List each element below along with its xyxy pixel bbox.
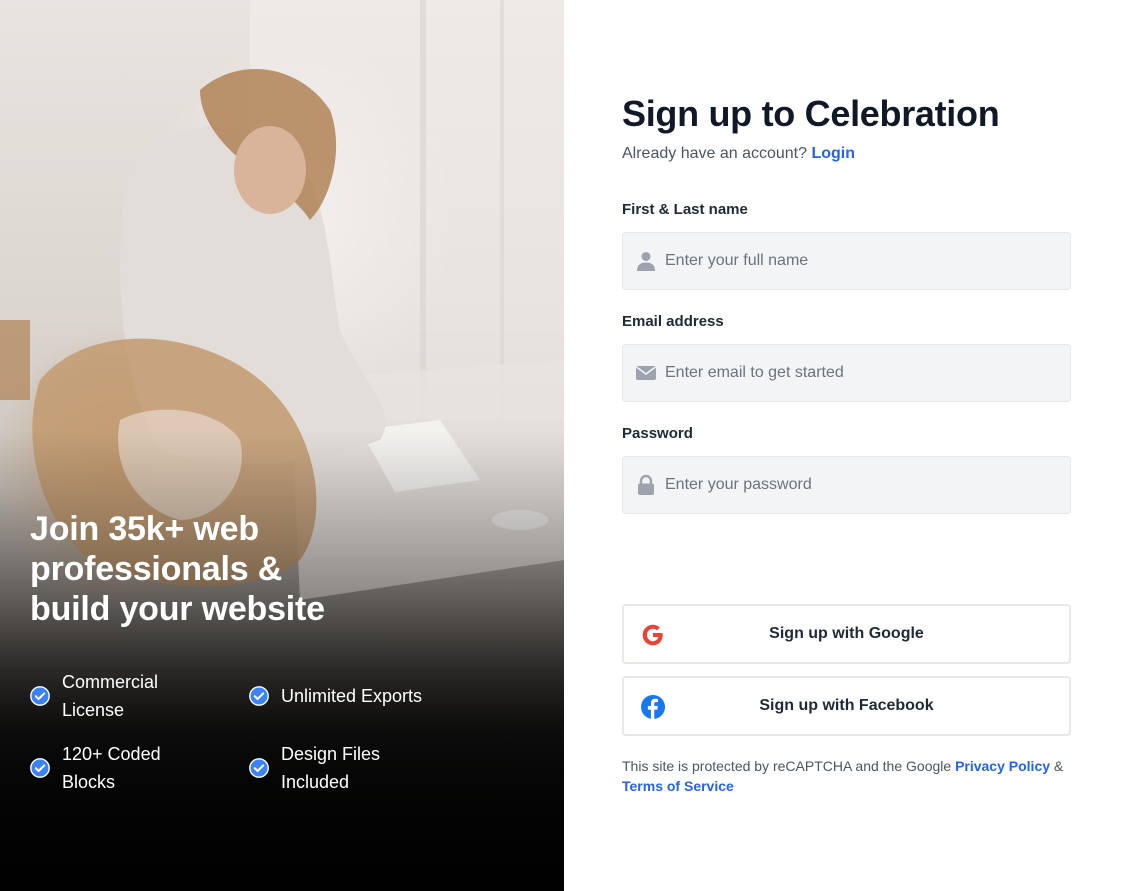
facebook-icon xyxy=(641,695,665,719)
signup-header: Sign up to Celebration Already have an a… xyxy=(622,92,1071,166)
login-prompt: Already have an account? Login xyxy=(622,142,1071,166)
login-link[interactable]: Login xyxy=(811,145,855,162)
hero-panel: Join 35k+ web professionals & build your… xyxy=(0,0,564,891)
name-input-box[interactable] xyxy=(622,232,1071,290)
recaptcha-notice-text: This site is protected by reCAPTCHA and … xyxy=(622,758,952,774)
user-icon xyxy=(637,252,655,271)
email-input-box[interactable] xyxy=(622,344,1071,402)
check-badge-icon xyxy=(30,758,50,778)
hero-headline-line: professionals & xyxy=(30,550,283,588)
feature-list: Commercial License Unlimited Exports 120… xyxy=(30,668,470,796)
password-field-label: Password xyxy=(622,425,693,442)
legal-ampersand: & xyxy=(1053,758,1064,774)
lock-icon xyxy=(638,474,654,495)
feature-label: Commercial License xyxy=(62,672,159,720)
google-signup-button[interactable]: Sign up with Google xyxy=(622,604,1071,664)
feature-label: 120+ Coded Blocks xyxy=(62,744,161,792)
feature-item: Commercial License xyxy=(30,668,249,724)
privacy-policy-link[interactable]: Privacy Policy xyxy=(955,758,1050,774)
password-input-box[interactable] xyxy=(622,456,1071,514)
hero-headline: Join 35k+ web professionals & build your… xyxy=(30,509,390,629)
page-title: Sign up to Celebration xyxy=(622,93,1000,134)
name-field-group: First & Last name xyxy=(622,200,1071,290)
check-badge-icon xyxy=(249,686,269,706)
name-input[interactable] xyxy=(665,233,1070,289)
facebook-signup-button[interactable]: Sign up with Facebook xyxy=(622,676,1071,736)
password-field-group: Password xyxy=(622,424,1071,514)
google-icon xyxy=(642,624,663,646)
feature-label: Design Files Included xyxy=(281,744,381,792)
email-input[interactable] xyxy=(665,345,1070,401)
check-badge-icon xyxy=(249,758,269,778)
feature-item: Unlimited Exports xyxy=(249,668,470,724)
email-field-group: Email address xyxy=(622,312,1071,402)
feature-label: Unlimited Exports xyxy=(281,686,423,706)
feature-item: Design Files Included xyxy=(249,740,470,796)
hero-gradient-overlay xyxy=(0,431,564,891)
email-field-label: Email address xyxy=(622,313,724,330)
terms-of-service-link[interactable]: Terms of Service xyxy=(622,778,734,794)
password-input[interactable] xyxy=(665,457,1070,513)
google-button-label: Sign up with Google xyxy=(769,625,924,642)
name-field-label: First & Last name xyxy=(622,201,748,218)
check-badge-icon xyxy=(30,686,50,706)
hero-headline-line: Join 35k+ web xyxy=(30,510,259,548)
recaptcha-notice: This site is protected by reCAPTCHA and … xyxy=(622,756,1071,796)
feature-item: 120+ Coded Blocks xyxy=(30,740,249,796)
facebook-button-label: Sign up with Facebook xyxy=(759,697,934,714)
hero-headline-line: build your website xyxy=(30,590,325,628)
login-prompt-text: Already have an account? xyxy=(622,145,808,162)
envelope-icon xyxy=(636,366,656,380)
